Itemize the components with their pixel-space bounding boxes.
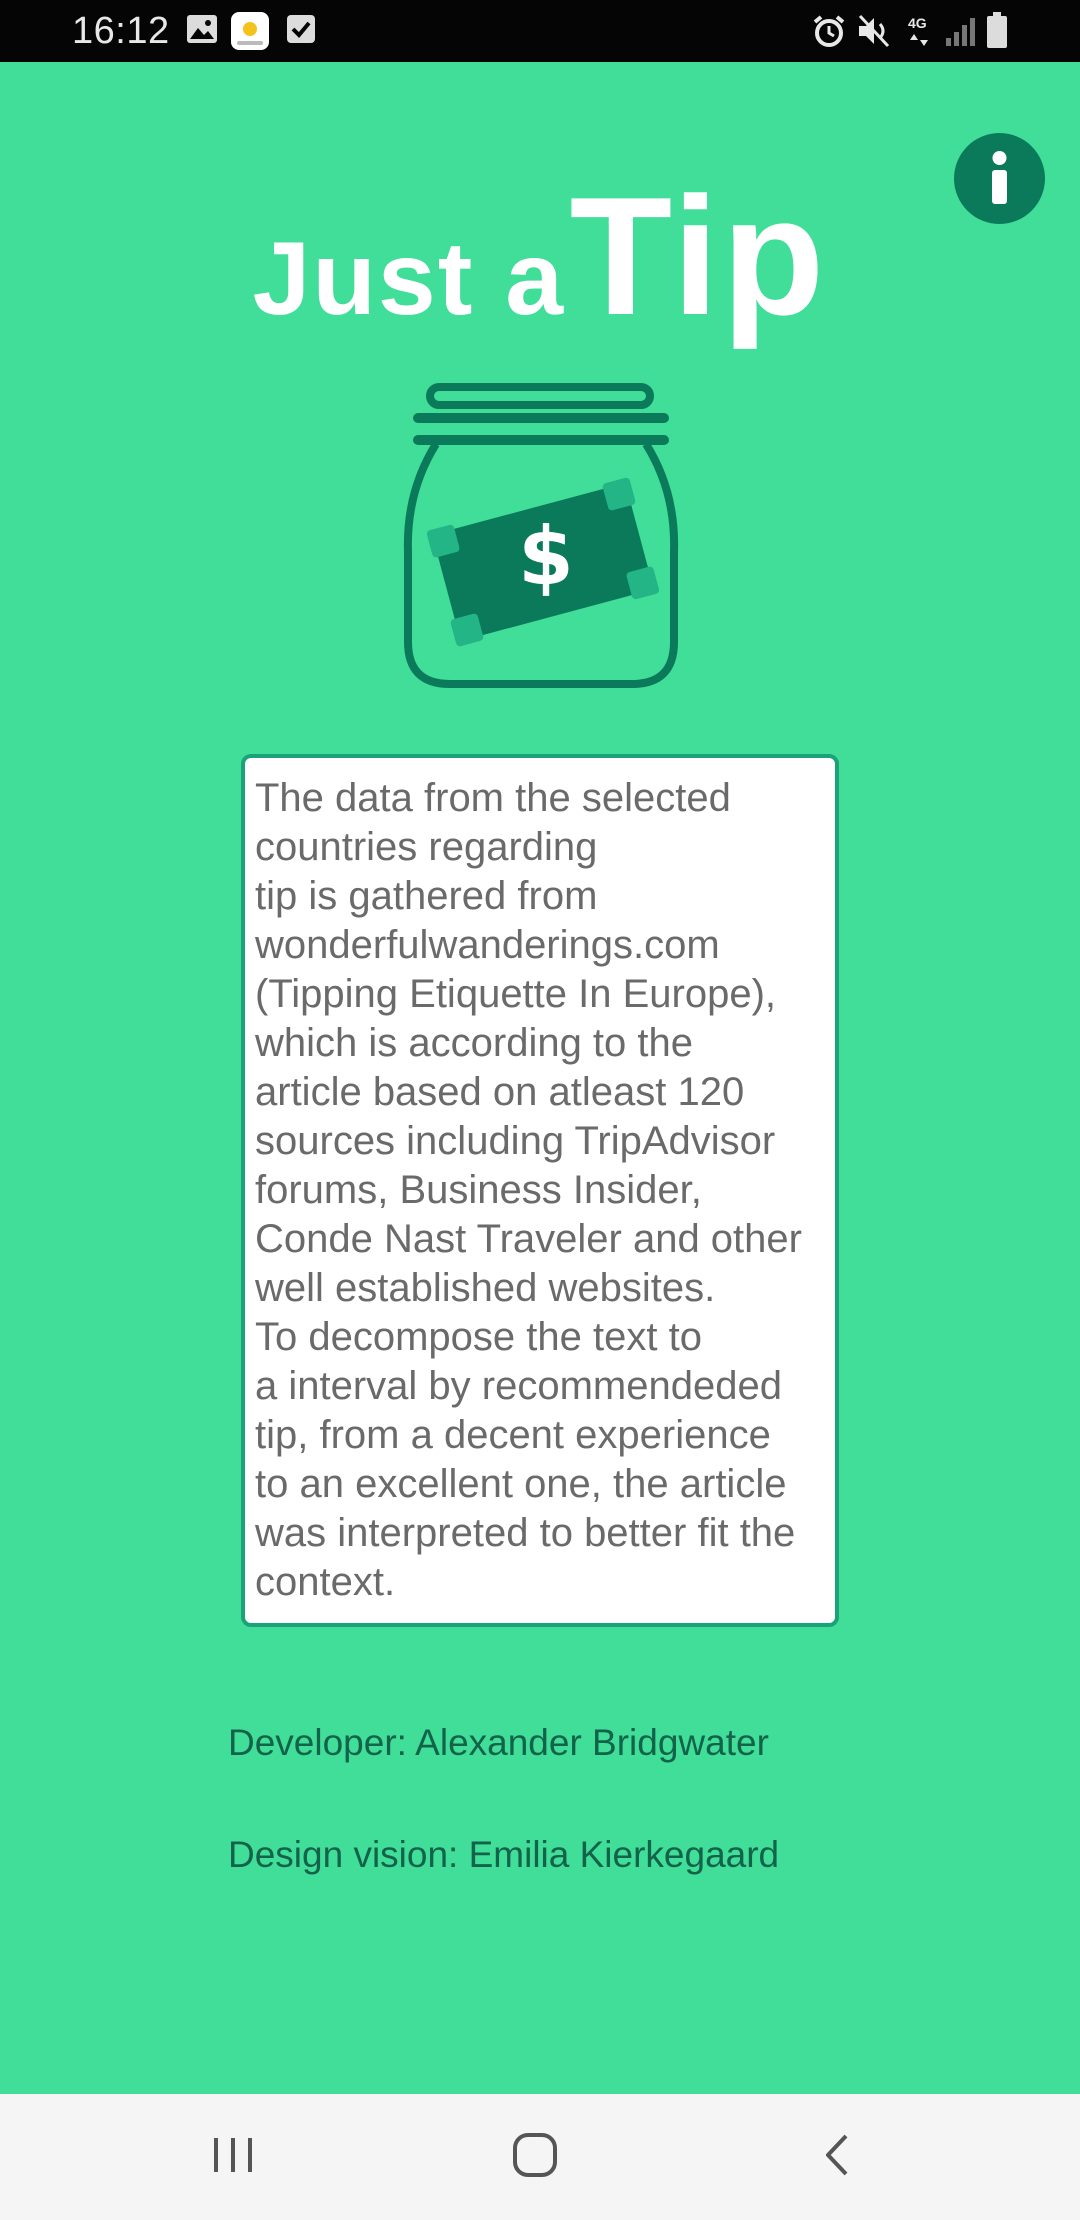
signal-icon [946,18,975,46]
app-title: Just a Tip [0,160,1080,353]
dollar-symbol: $ [518,510,574,603]
battery-icon [987,12,1007,48]
svg-text:4G: 4G [908,15,927,31]
mute-icon [858,14,890,48]
status-bar: 16:12 4G [0,0,1080,62]
image-icon [187,15,217,43]
app-title-big: Tip [569,162,828,350]
navigation-bar [0,2094,1080,2220]
about-text-box: The data from the selected countries reg… [241,754,839,1627]
weather-app-icon [231,12,269,50]
design-credit: Design vision: Emilia Kierkegaard [228,1834,780,1875]
back-icon[interactable] [818,2130,858,2180]
alarm-icon [813,15,845,47]
developer-credit: Developer: Alexander Bridgwater [228,1722,769,1763]
tip-jar-icon: $ [403,383,679,688]
recent-apps-icon[interactable] [210,2130,256,2180]
app-title-small: Just a [252,221,566,337]
4g-icon: 4G [908,15,928,46]
home-icon[interactable] [510,2130,560,2180]
status-time: 16:12 [72,10,170,52]
checkbox-icon [287,15,315,43]
